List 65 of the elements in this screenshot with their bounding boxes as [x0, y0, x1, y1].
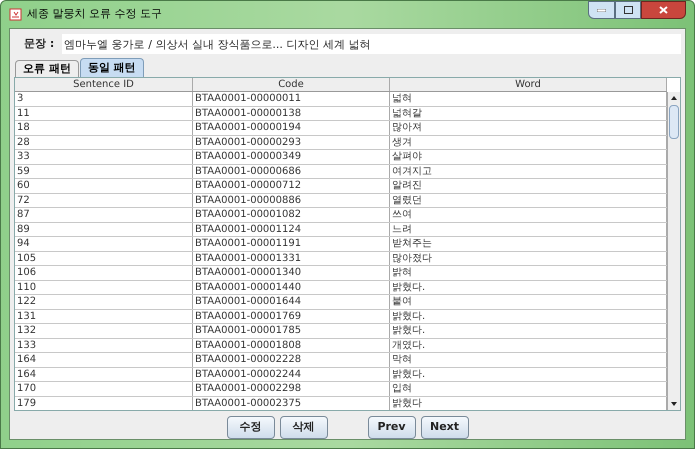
action-button[interactable]: 수정 — [226, 416, 274, 439]
table-cell: BTAA0001-00001440 — [193, 280, 390, 294]
table-cell: 60 — [15, 179, 193, 192]
table-cell: 170 — [15, 382, 193, 396]
table-cell: BTAA0001-00002375 — [193, 396, 390, 410]
tab[interactable]: 동일 패턴 — [80, 58, 144, 77]
scroll-thumb[interactable] — [669, 105, 679, 139]
table-cell: BTAA0001-00000886 — [193, 194, 390, 207]
table-cell: 89 — [15, 222, 193, 236]
table-cell: 132 — [15, 324, 193, 338]
table-cell: 131 — [15, 310, 193, 323]
table-cell: BTAA0001-00001331 — [193, 252, 390, 265]
action-button[interactable]: Next — [420, 416, 468, 439]
table-cell: BTAA0001-00001808 — [193, 338, 390, 352]
table-cell: 122 — [15, 295, 193, 308]
table-cell: BTAA0001-00002228 — [193, 353, 390, 366]
close-button[interactable] — [641, 1, 686, 19]
table-cell: 59 — [15, 164, 193, 178]
table-cell: BTAA0001-00001340 — [193, 266, 390, 280]
table-cell: BTAA0001-00000349 — [193, 150, 390, 164]
table-cell: BTAA0001-00001191 — [193, 237, 390, 250]
table-cell: BTAA0001-00001082 — [193, 208, 390, 222]
sentence-label: 문장 : — [24, 36, 54, 52]
column-header[interactable]: Word — [390, 78, 667, 91]
column-header[interactable]: Code — [193, 78, 390, 91]
table-cell: BTAA0001-00001124 — [193, 222, 390, 236]
action-button[interactable]: 삭제 — [280, 416, 328, 439]
minimize-button[interactable] — [588, 1, 615, 19]
table-cell: BTAA0001-00000686 — [193, 164, 390, 178]
table-cell: 105 — [15, 252, 193, 265]
table-cell: 87 — [15, 208, 193, 222]
table-cell: 106 — [15, 266, 193, 280]
table-cell: BTAA0001-00002298 — [193, 382, 390, 396]
tab[interactable]: 오류 패턴 — [15, 60, 79, 77]
table-cell: 94 — [15, 237, 193, 250]
table-cell: BTAA0001-00000011 — [193, 92, 390, 106]
table-cell: 110 — [15, 280, 193, 294]
app-icon — [9, 8, 22, 21]
table-cell: BTAA0001-00002244 — [193, 368, 390, 381]
table-cell: 18 — [15, 121, 193, 134]
table-cell: 72 — [15, 194, 193, 207]
table-cell: BTAA0001-00000138 — [193, 106, 390, 120]
action-button[interactable]: Prev — [368, 416, 416, 439]
table-cell: BTAA0001-00001644 — [193, 295, 390, 308]
table-cell: 164 — [15, 353, 193, 366]
table-cell: 11 — [15, 106, 193, 120]
scrollbar[interactable] — [667, 92, 680, 410]
minimize-icon — [597, 8, 606, 12]
table-cell: BTAA0001-00001769 — [193, 310, 390, 323]
table-cell: BTAA0001-00001785 — [193, 324, 390, 338]
window-title: 세종 말뭉치 오류 수정 도구 — [27, 6, 162, 22]
table-cell: 133 — [15, 338, 193, 352]
table-cell: 164 — [15, 368, 193, 381]
column-header[interactable]: Sentence ID — [15, 78, 193, 91]
table-cell: 33 — [15, 150, 193, 164]
table-cell: 28 — [15, 136, 193, 149]
close-icon — [659, 6, 668, 14]
maximize-icon — [624, 6, 632, 14]
maximize-button[interactable] — [615, 1, 641, 19]
table-cell: BTAA0001-00000293 — [193, 136, 390, 149]
table-cell: 3 — [15, 92, 193, 106]
table-cell: BTAA0001-00000194 — [193, 121, 390, 134]
table-cell: 179 — [15, 396, 193, 410]
table-cell: BTAA0001-00000712 — [193, 179, 390, 192]
sentence-field[interactable]: 엠마누엘 웅가로 / 의상서 실내 장식품으로... 디자인 세계 넓혀 — [62, 34, 681, 54]
